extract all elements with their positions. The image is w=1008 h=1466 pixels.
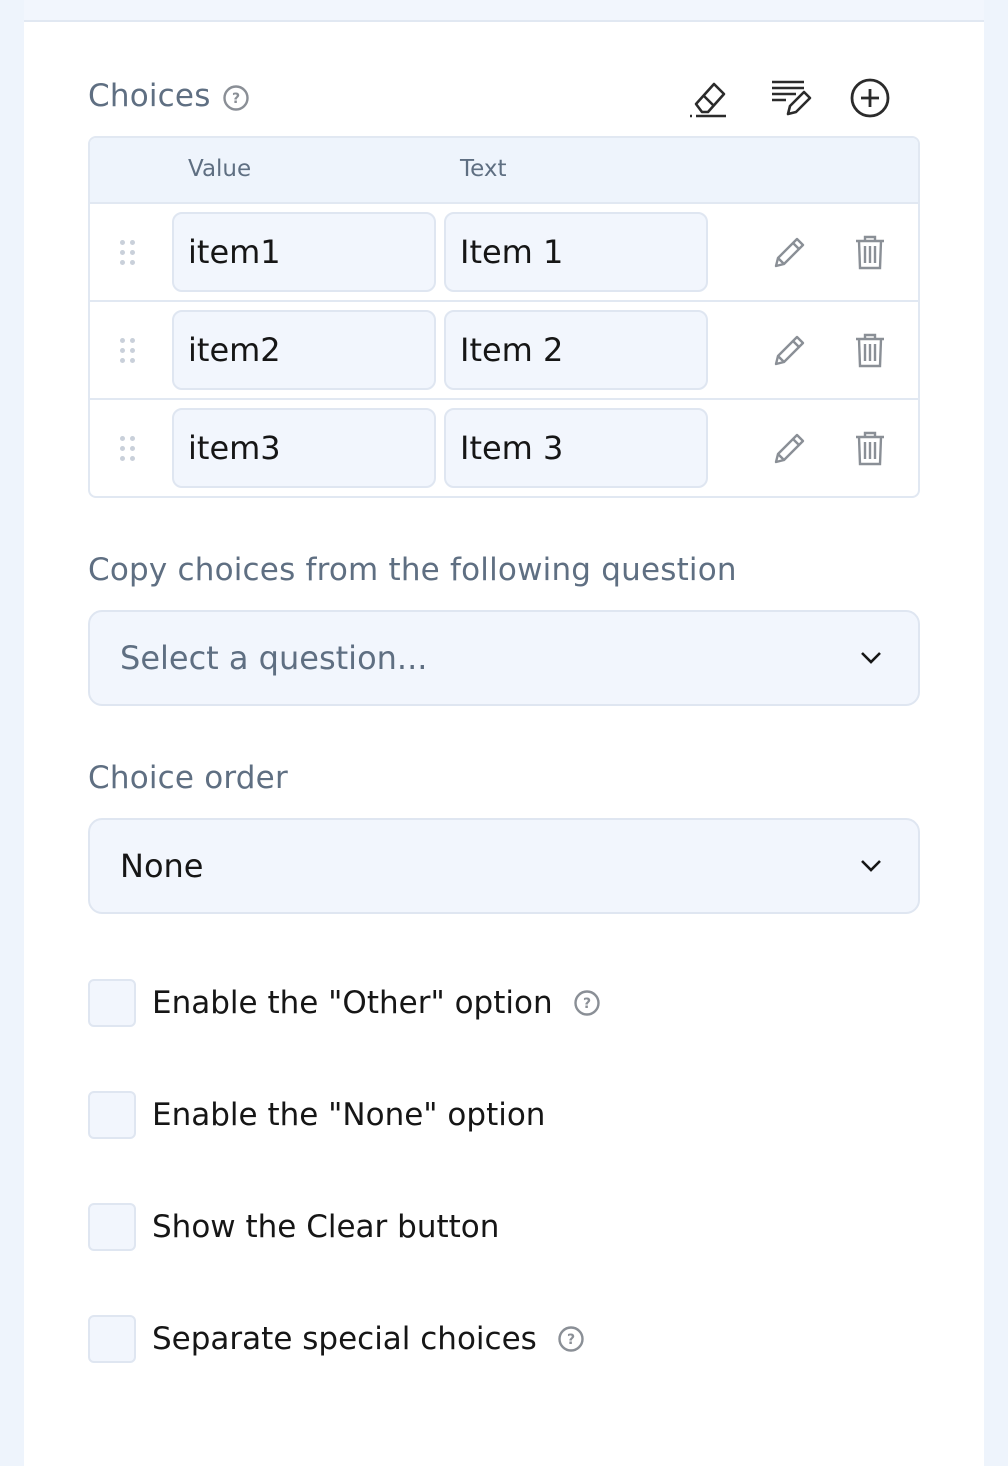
drag-handle-icon[interactable] — [120, 436, 140, 464]
choice-value-input[interactable]: item2 — [172, 310, 436, 390]
choices-table-header: Value Text — [90, 138, 918, 204]
pencil-icon[interactable] — [766, 326, 814, 374]
table-row: item2 Item 2 — [90, 302, 918, 400]
copy-choices-label: Copy choices from the following question — [88, 552, 737, 588]
choices-title: Choices — [88, 78, 211, 114]
choices-header: Choices ? — [88, 70, 920, 126]
copy-choices-dropdown[interactable]: Select a question... — [88, 610, 920, 706]
enable-other-checkbox[interactable] — [88, 979, 136, 1027]
pencil-icon[interactable] — [766, 424, 814, 472]
show-clear-button-label: Show the Clear button — [152, 1209, 500, 1245]
separate-special-choices-help-icon[interactable]: ? — [557, 1325, 585, 1353]
drag-handle-icon[interactable] — [120, 338, 140, 366]
choice-text-input[interactable]: Item 2 — [444, 310, 708, 390]
column-header-value: Value — [188, 156, 252, 182]
copy-choices-placeholder: Select a question... — [120, 639, 428, 677]
choice-order-dropdown[interactable]: None — [88, 818, 920, 914]
edit-choices-list-icon[interactable] — [764, 72, 816, 124]
choice-value-input[interactable]: item1 — [172, 212, 436, 292]
separate-special-choices-label: Separate special choices — [152, 1321, 537, 1357]
choice-order-label: Choice order — [88, 760, 288, 796]
panel-top-edge — [24, 0, 984, 22]
show-clear-button-option[interactable]: Show the Clear button — [88, 1202, 499, 1252]
choice-value-input[interactable]: item3 — [172, 408, 436, 488]
column-header-text: Text — [460, 156, 507, 182]
property-panel: Choices ? Value Text item1 Item 1 item2 … — [24, 0, 984, 1466]
enable-none-checkbox[interactable] — [88, 1091, 136, 1139]
enable-other-label: Enable the "Other" option — [152, 985, 553, 1021]
choice-text-input[interactable]: Item 1 — [444, 212, 708, 292]
separate-special-choices-checkbox[interactable] — [88, 1315, 136, 1363]
trash-icon[interactable] — [846, 326, 894, 374]
separate-special-choices-option[interactable]: Separate special choices ? — [88, 1314, 585, 1364]
chevron-down-icon — [860, 650, 882, 669]
svg-text:?: ? — [583, 996, 591, 1012]
drag-handle-icon[interactable] — [120, 240, 140, 268]
svg-text:?: ? — [232, 91, 240, 107]
svg-text:?: ? — [567, 1332, 575, 1348]
enable-other-option[interactable]: Enable the "Other" option ? — [88, 978, 601, 1028]
chevron-down-icon — [860, 858, 882, 877]
choices-help-icon[interactable]: ? — [222, 84, 250, 112]
trash-icon[interactable] — [846, 424, 894, 472]
choice-text-input[interactable]: Item 3 — [444, 408, 708, 488]
pencil-icon[interactable] — [766, 228, 814, 276]
enable-none-label: Enable the "None" option — [152, 1097, 546, 1133]
table-row: item3 Item 3 — [90, 400, 918, 496]
show-clear-button-checkbox[interactable] — [88, 1203, 136, 1251]
enable-other-help-icon[interactable]: ? — [573, 989, 601, 1017]
clear-choices-eraser-icon[interactable] — [684, 72, 736, 124]
add-choice-icon[interactable] — [844, 72, 896, 124]
enable-none-option[interactable]: Enable the "None" option — [88, 1090, 545, 1140]
choices-table: Value Text item1 Item 1 item2 Item 2 ite… — [88, 136, 920, 498]
trash-icon[interactable] — [846, 228, 894, 276]
table-row: item1 Item 1 — [90, 204, 918, 302]
choice-order-value: None — [120, 847, 204, 885]
